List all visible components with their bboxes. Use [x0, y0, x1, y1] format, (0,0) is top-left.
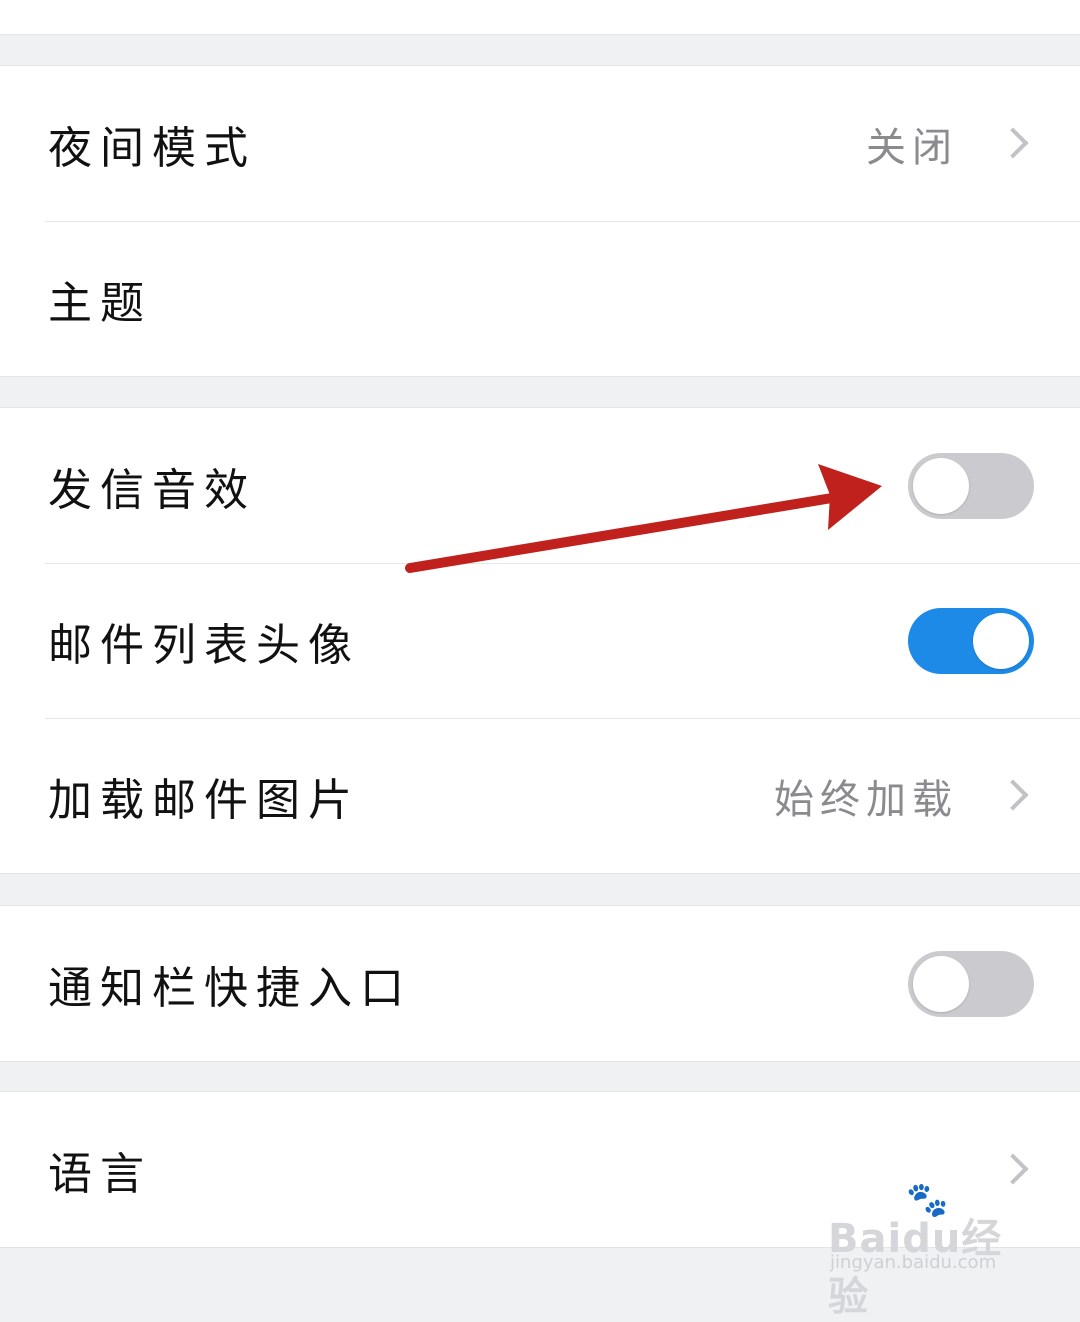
notification-shortcut-toggle[interactable] — [908, 950, 1034, 1017]
top-strip — [0, 0, 1080, 35]
chevron-right-icon — [997, 778, 1029, 811]
settings-group-display: 夜间模式 关闭 主题 — [0, 65, 1080, 377]
setting-row-send-sound: 发信音效 — [0, 408, 1080, 563]
night-mode-value: 关闭 — [866, 124, 958, 171]
theme-label: 主题 — [48, 277, 152, 329]
send-sound-toggle[interactable] — [908, 452, 1034, 519]
toggle-knob — [913, 955, 969, 1012]
language-label: 语言 — [48, 1148, 152, 1200]
setting-row-night-mode[interactable]: 夜间模式 关闭 — [0, 66, 1080, 221]
send-sound-label: 发信音效 — [48, 464, 256, 516]
setting-row-notification-shortcut: 通知栏快捷入口 — [0, 906, 1080, 1061]
list-avatar-toggle[interactable] — [908, 607, 1034, 674]
setting-row-list-avatar: 邮件列表头像 — [0, 563, 1080, 718]
setting-row-theme[interactable]: 主题 — [0, 221, 1080, 376]
toggle-knob — [973, 612, 1029, 669]
settings-group-mail: 发信音效 邮件列表头像 加载邮件图片 始终加载 — [0, 407, 1080, 874]
load-images-value: 始终加载 — [774, 776, 958, 823]
notification-shortcut-label: 通知栏快捷入口 — [48, 962, 412, 1014]
list-avatar-label: 邮件列表头像 — [48, 619, 360, 671]
settings-group-notification: 通知栏快捷入口 — [0, 905, 1080, 1062]
toggle-knob — [913, 457, 969, 514]
chevron-right-icon — [997, 126, 1029, 159]
baidu-watermark: 🐾 Baidu经验 jingyan.baidu.com — [828, 1180, 1028, 1320]
watermark-url: jingyan.baidu.com — [830, 1252, 997, 1273]
setting-row-load-images[interactable]: 加载邮件图片 始终加载 — [0, 718, 1080, 873]
night-mode-label: 夜间模式 — [48, 122, 256, 174]
load-images-label: 加载邮件图片 — [48, 774, 360, 826]
